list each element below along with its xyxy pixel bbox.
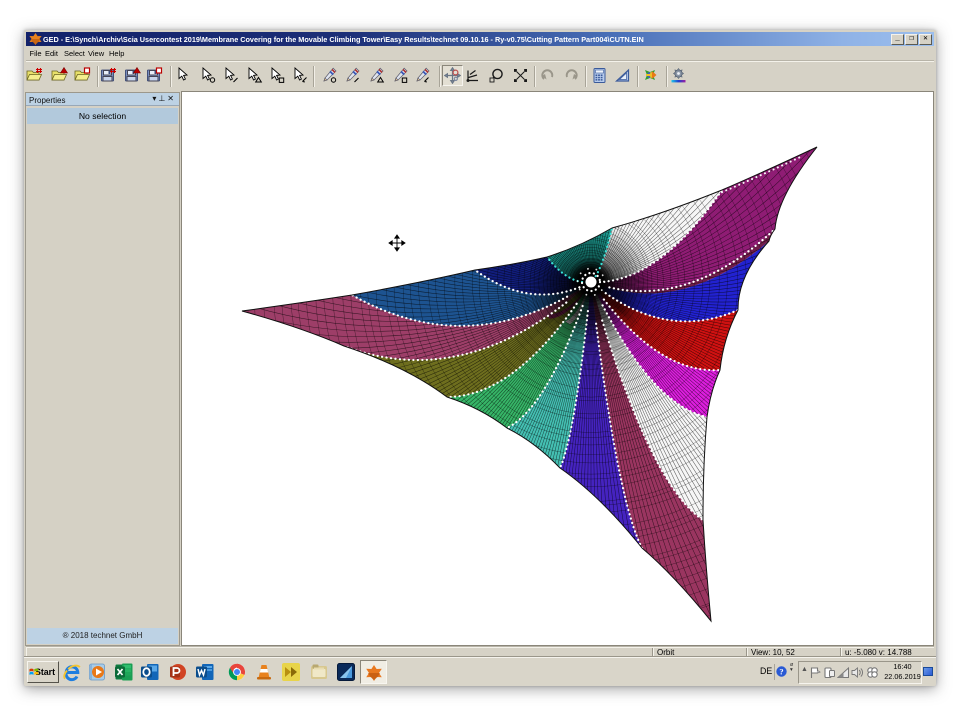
svg-text:?: ? (779, 667, 783, 677)
